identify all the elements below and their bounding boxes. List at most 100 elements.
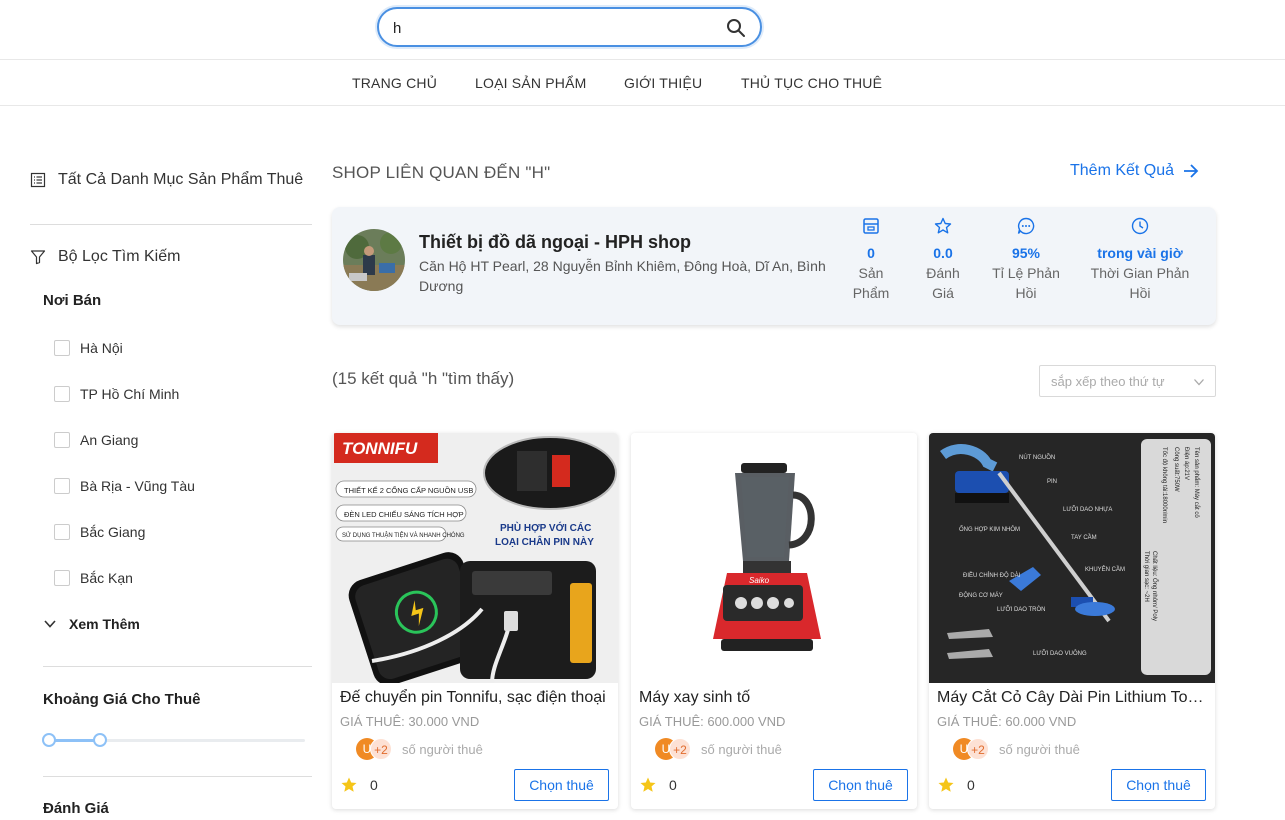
product-title[interactable]: Máy xay sinh tố (639, 689, 911, 707)
checkbox[interactable] (54, 340, 70, 356)
product-price: GIÁ THUÊ: 30.000 VND (340, 714, 480, 729)
product-card[interactable]: Tên sản phẩm: Máy cắt cỏ Điện áp:21V Côn… (929, 433, 1215, 809)
product-title[interactable]: Đế chuyển pin Tonnifu, sạc điện thoại (340, 689, 612, 707)
product-image: Saiko (631, 433, 917, 683)
stat-label: Đánh Giá (926, 265, 960, 301)
product-price: GIÁ THUÊ: 600.000 VND (639, 714, 786, 729)
location-label: Bắc Kạn (80, 570, 133, 586)
product-card[interactable]: TONNIFU THIẾT KẾ 2 CỔNG CẤP NGUỒN USB ĐÈ… (332, 433, 618, 809)
image-spec-text: Tên sản phẩm: Máy cắt cỏ (1193, 447, 1200, 518)
extra-renters-badge: +2 (669, 738, 691, 760)
nav-product-types[interactable]: LOẠI SẢN PHẨM (475, 75, 587, 91)
nav-home[interactable]: TRANG CHỦ (352, 75, 437, 91)
more-results-label: Thêm Kết Quả (1070, 162, 1175, 179)
sort-select[interactable]: sắp xếp theo thứ tự (1039, 365, 1216, 397)
image-brand-text: Saiko (749, 576, 770, 585)
see-more-label: Xem Thêm (69, 616, 140, 632)
product-rating: 0 (340, 776, 378, 794)
image-label-text: ỐNG HỢP KIM NHÔM (959, 526, 1020, 533)
product-card[interactable]: Saiko Máy xay sinh tố GIÁ THUÊ: 600.000 … (631, 433, 917, 809)
shop-section-title: SHOP LIÊN QUAN ĐẾN "H" (332, 163, 551, 182)
all-categories-label: Tất Cả Danh Mục Sản Phẩm Thuê (58, 171, 304, 188)
location-filter-title: Nơi Bán (43, 292, 102, 309)
checkbox[interactable] (54, 432, 70, 448)
location-option[interactable]: An Giang (54, 432, 138, 448)
renters-info: U +2 số người thuê (953, 738, 1080, 760)
rent-button[interactable]: Chọn thuê (813, 769, 908, 801)
image-feature-text: SỬ DỤNG THUẬN TIỆN VÀ NHANH CHÓNG (342, 531, 465, 539)
result-count: (15 kết quả "h "tìm thấy) (332, 369, 515, 388)
product-title[interactable]: Máy Cắt Cỏ Cây Dài Pin Lithium Tonnifu (937, 689, 1209, 707)
image-label-text: TAY CẦM (1071, 534, 1097, 541)
nav-about[interactable]: GIỚI THIỆU (624, 75, 702, 91)
image-label-text: ĐỘNG CƠ MÁY (959, 592, 1003, 599)
image-label-text: ĐIỀU CHỈNH ĐỘ DÀI (963, 572, 1021, 579)
nav-rental-procedure[interactable]: THỦ TỤC CHO THUÊ (741, 75, 882, 91)
location-option[interactable]: Hà Nội (54, 340, 123, 356)
all-categories-link[interactable]: Tất Cả Danh Mục Sản Phẩm Thuê (30, 165, 303, 195)
image-label-text: LƯỠI DAO NHỰA (1063, 506, 1112, 513)
shop-name[interactable]: Thiết bị đồ dã ngoại - HPH shop (419, 232, 691, 253)
image-spec-text: Điện áp:21V (1183, 447, 1189, 480)
chevron-down-icon (1194, 379, 1204, 386)
list-icon (30, 172, 46, 188)
rating-value: 0 (370, 777, 378, 793)
image-caption-text: PHÙ HỢP VỚI CÁC (500, 521, 591, 534)
shop-stat-response-time: trong vài giờ Thời Gian Phản Hồi (1086, 217, 1194, 303)
product-rating: 0 (937, 776, 975, 794)
rent-button[interactable]: Chọn thuê (514, 769, 609, 801)
rating-value: 0 (669, 777, 677, 793)
location-option[interactable]: TP Hồ Chí Minh (54, 386, 179, 402)
shop-address: Căn Hộ HT Pearl, 28 Nguyễn Bỉnh Khiêm, Đ… (419, 258, 826, 294)
search-box[interactable] (377, 7, 762, 47)
rating-value: 0 (967, 777, 975, 793)
checkbox[interactable] (54, 478, 70, 494)
filter-icon (30, 250, 46, 265)
store-icon (863, 218, 879, 234)
product-image: TONNIFU THIẾT KẾ 2 CỔNG CẤP NGUỒN USB ĐÈ… (332, 433, 618, 683)
divider (43, 776, 312, 777)
image-label-text: LƯỠI DAO TRÒN (997, 606, 1046, 613)
renters-label: số người thuê (999, 741, 1080, 757)
price-filter-title: Khoảng Giá Cho Thuê (43, 691, 201, 708)
image-label-text: NÚT NGUỒN (1019, 454, 1055, 461)
stat-value: 0 (867, 245, 875, 261)
stat-value: trong vài giờ (1097, 245, 1183, 261)
see-more-button[interactable]: Xem Thêm (43, 616, 140, 632)
location-option[interactable]: Bà Rịa - Vũng Tàu (54, 478, 195, 494)
stat-label: Sản Phẩm (852, 265, 890, 301)
checkbox[interactable] (54, 386, 70, 402)
checkbox[interactable] (54, 570, 70, 586)
location-label: TP Hồ Chí Minh (80, 386, 180, 402)
image-label-text: KHUYÊN CẦM (1085, 565, 1125, 573)
rent-button[interactable]: Chọn thuê (1111, 769, 1206, 801)
shop-stat-response-rate: 95% Tỉ Lệ Phản Hồi (988, 217, 1064, 303)
search-icon[interactable] (726, 18, 746, 38)
price-slider-max-handle[interactable] (93, 733, 107, 747)
shop-stat-rating: 0.0 Đánh Giá (919, 217, 967, 303)
stat-label: Thời Gian Phản Hồi (1090, 265, 1190, 301)
location-option[interactable]: Bắc Kạn (54, 570, 133, 586)
location-label: An Giang (80, 432, 139, 448)
clock-icon (1131, 217, 1149, 235)
checkbox[interactable] (54, 524, 70, 540)
more-results-link[interactable]: Thêm Kết Quả (1070, 162, 1200, 180)
search-input[interactable] (393, 18, 713, 38)
location-option[interactable]: Bắc Giang (54, 524, 145, 540)
price-slider-min-handle[interactable] (42, 733, 56, 747)
arrow-right-icon (1184, 164, 1199, 178)
renters-label: số người thuê (402, 741, 483, 757)
shop-card[interactable]: Thiết bị đồ dã ngoại - HPH shop Căn Hộ H… (332, 207, 1216, 325)
chevron-down-icon (44, 620, 56, 628)
divider (30, 224, 312, 225)
star-icon (938, 777, 954, 792)
header (0, 0, 1285, 60)
image-label-text: PIN (1047, 479, 1057, 485)
extra-renters-badge: +2 (967, 738, 989, 760)
renters-label: số người thuê (701, 741, 782, 757)
stat-value: 95% (1011, 245, 1041, 261)
shop-avatar (343, 229, 405, 291)
location-label: Bắc Giang (80, 524, 146, 540)
image-caption-text: LOẠI CHÂN PIN NÀY (495, 535, 594, 548)
product-price: GIÁ THUÊ: 60.000 VND (937, 714, 1077, 729)
